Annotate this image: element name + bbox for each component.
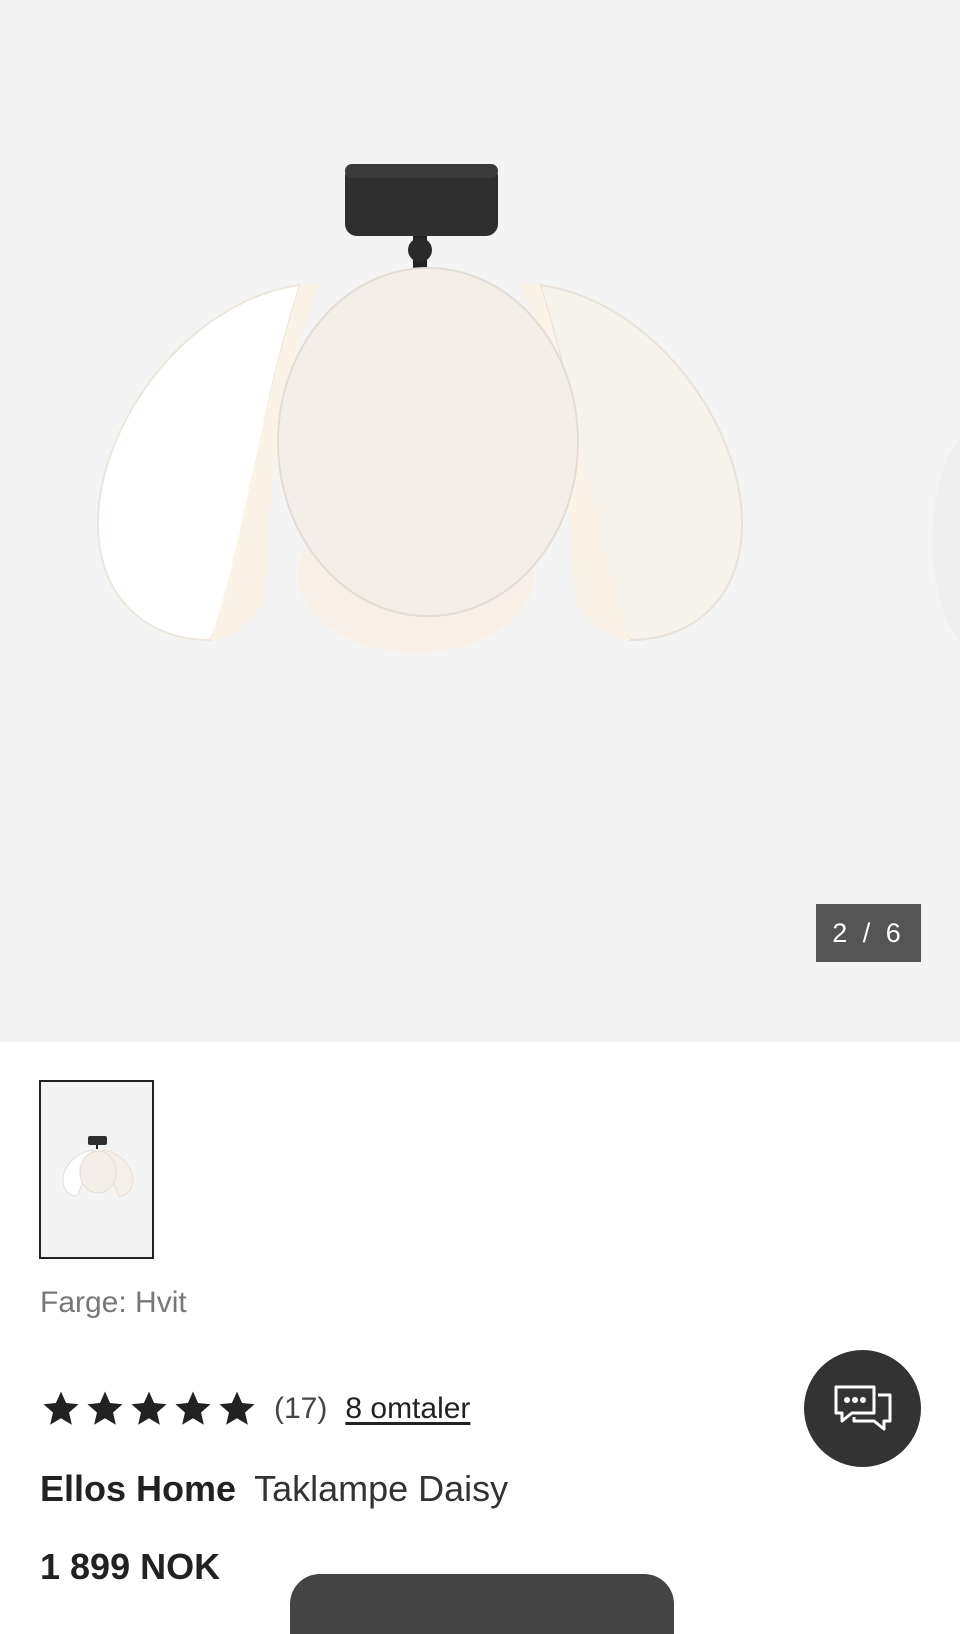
rating-row: (17) 8 omtaler xyxy=(40,1386,470,1432)
product-price: 1 899 NOK xyxy=(40,1546,221,1587)
chat-button[interactable] xyxy=(804,1350,921,1467)
image-counter: 2 / 6 xyxy=(816,904,921,962)
product-image xyxy=(96,164,960,653)
add-to-cart-button[interactable] xyxy=(290,1574,674,1634)
product-title: Ellos Home Taklampe Daisy xyxy=(40,1468,508,1510)
star-icon xyxy=(219,1391,255,1425)
color-label: Farge: Hvit xyxy=(40,1286,187,1319)
rating-count: (17) xyxy=(274,1392,328,1425)
product-name: Taklampe Daisy xyxy=(254,1468,509,1509)
chat-icon xyxy=(834,1385,891,1430)
thumbnail-image xyxy=(62,1136,134,1197)
brand-name[interactable]: Ellos Home xyxy=(40,1468,236,1509)
product-image-gallery[interactable]: 2 / 6 xyxy=(0,0,960,1042)
star-icon xyxy=(175,1391,211,1425)
star-icon xyxy=(131,1391,167,1425)
thumbnail-selected[interactable] xyxy=(39,1080,154,1259)
star-icon xyxy=(87,1391,123,1425)
star-rating xyxy=(40,1388,258,1430)
star-icon xyxy=(43,1391,79,1425)
reviews-link[interactable]: 8 omtaler xyxy=(345,1392,470,1426)
